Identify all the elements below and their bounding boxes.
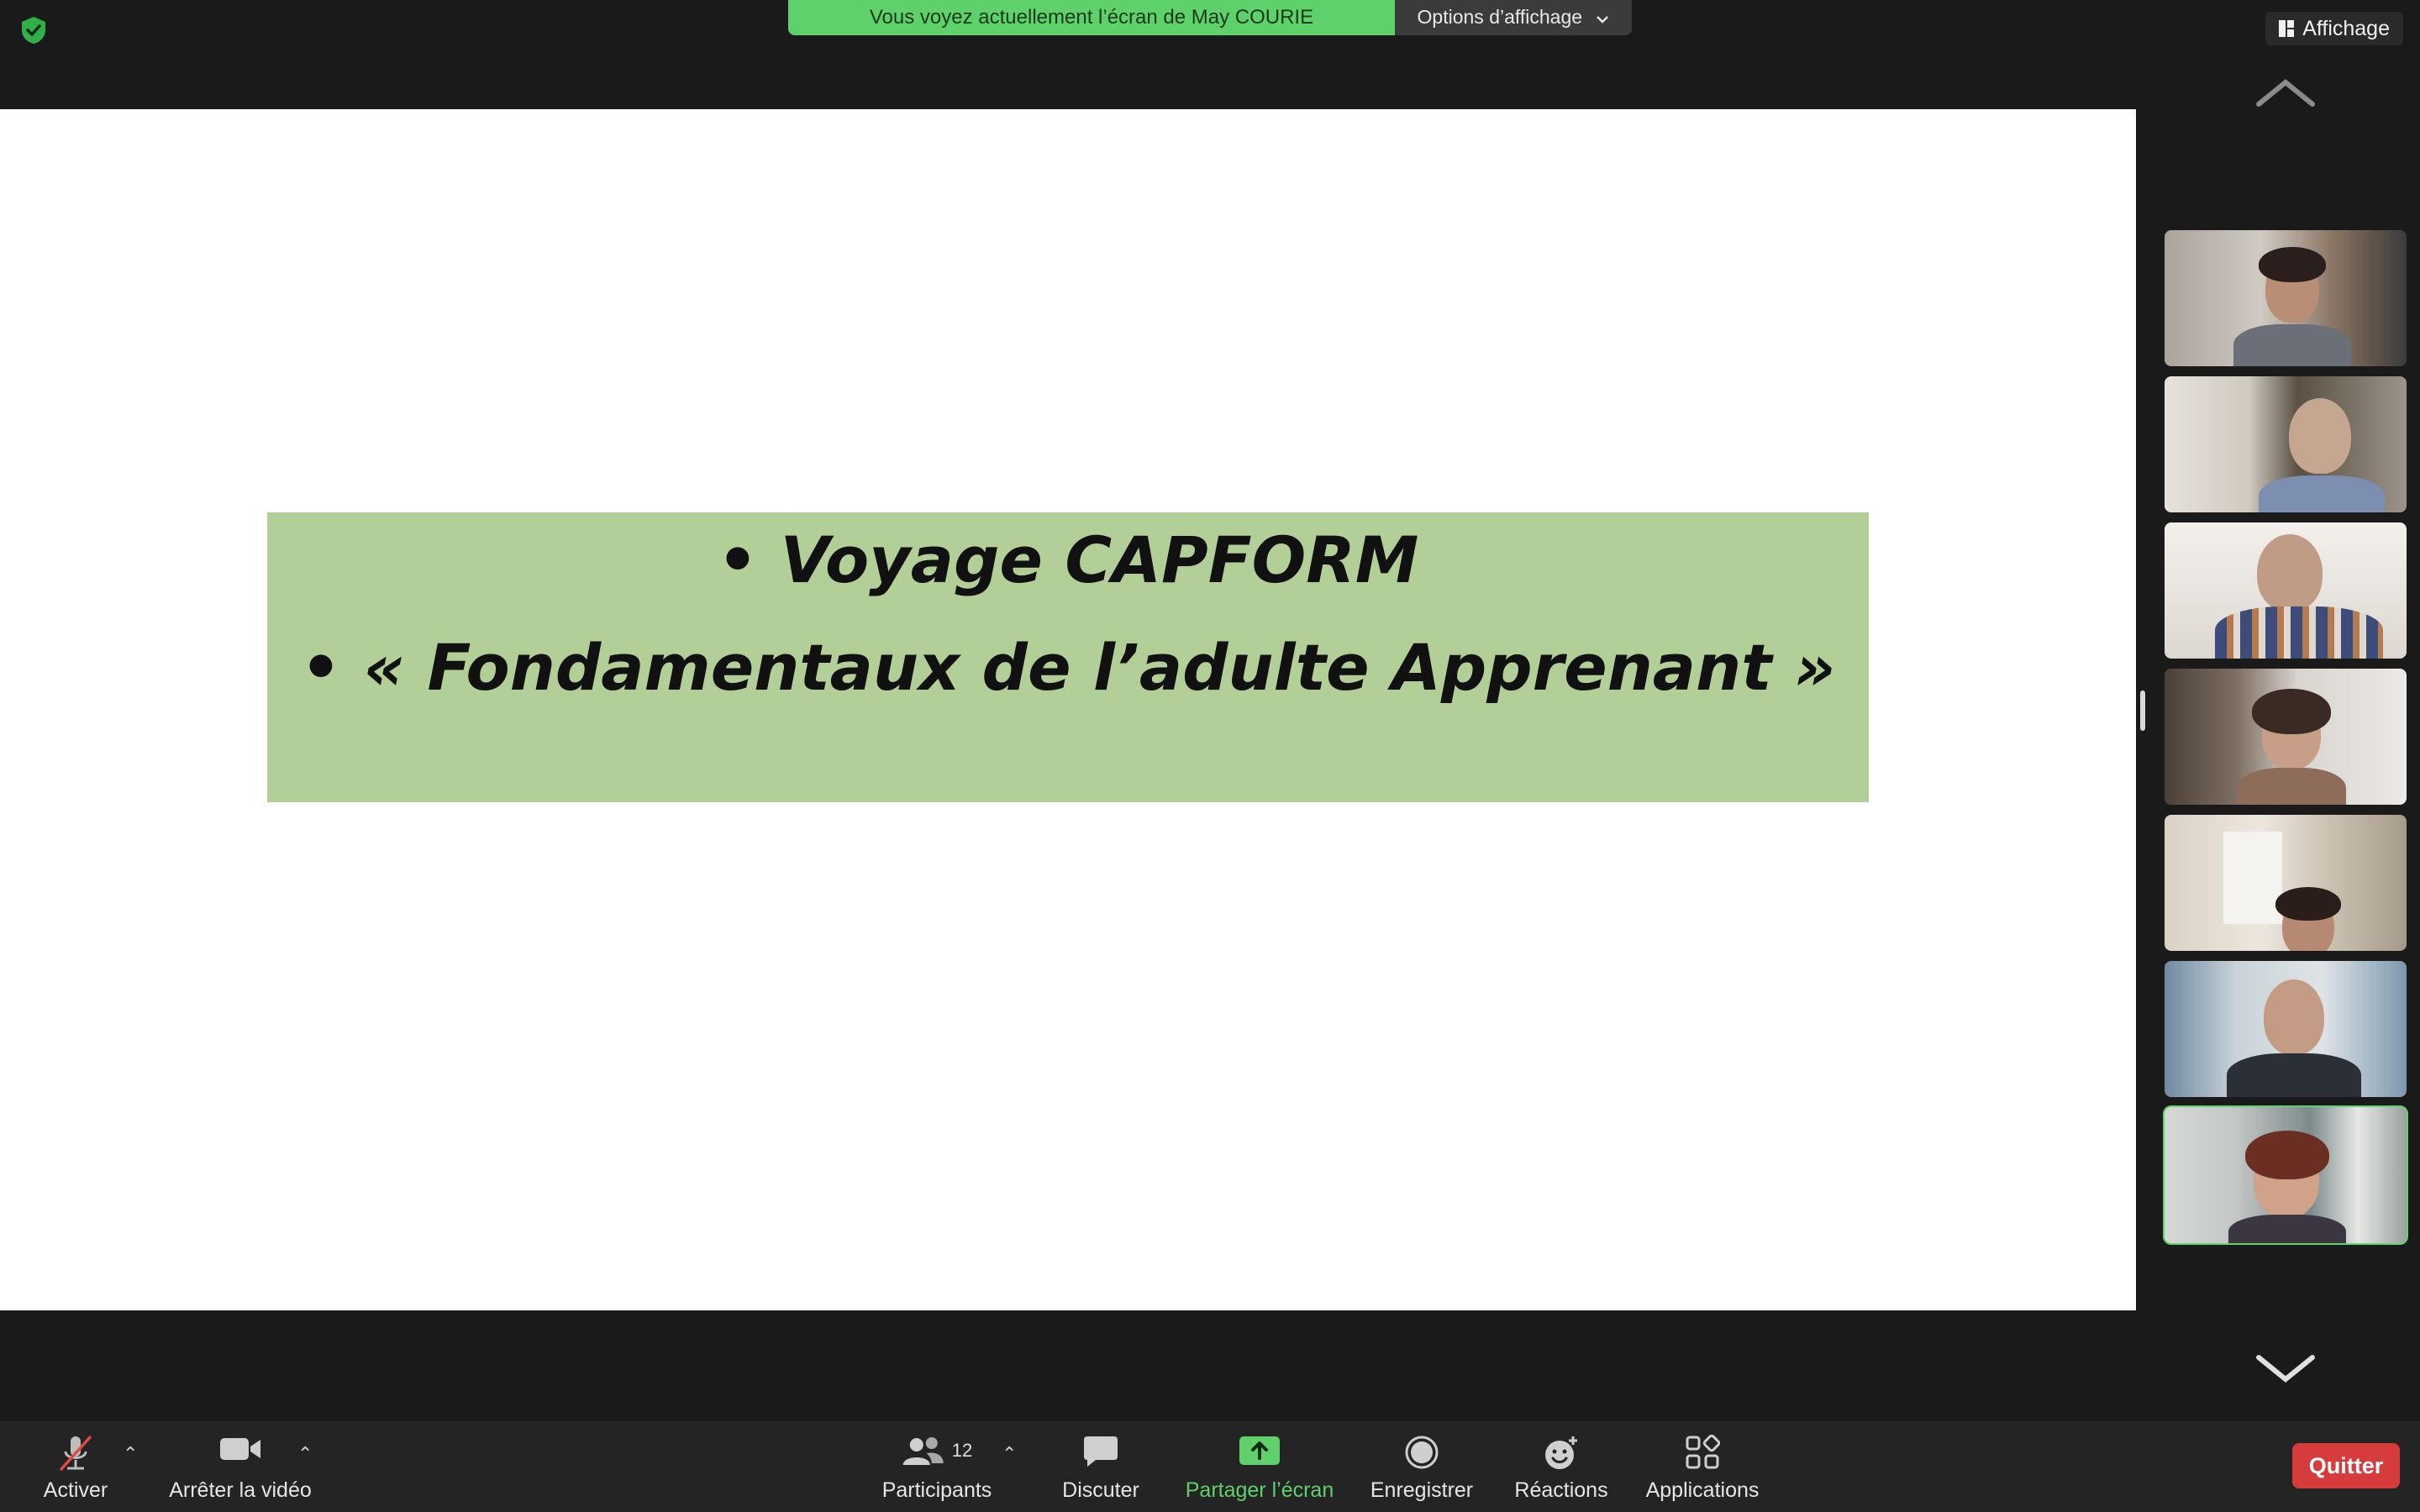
view-button[interactable]: Affichage [2265,12,2403,45]
screen-share-banner: Vous voyez actuellement l’écran de May C… [788,0,1395,35]
meeting-toolbar: Activer ⌃ Arrêter la vidéo ⌃ 12 Particip… [0,1421,2420,1512]
participants-count: 12 [951,1440,973,1461]
participants-options-caret[interactable]: ⌃ [1002,1443,1017,1465]
shared-screen: • Voyage CAPFORM • « Fondamentaux de l’a… [0,109,2136,1310]
participant-video-tile[interactable] [2165,522,2407,659]
participant-video-tile[interactable] [2165,376,2407,512]
participant-video-tile[interactable] [2165,669,2407,805]
share-screen-label: Partager l’écran [1185,1478,1334,1502]
participant-video-tile[interactable] [2165,230,2407,366]
reactions-button[interactable]: Réactions [1509,1421,1613,1512]
mic-muted-icon [59,1435,92,1472]
participant-video-tile-active[interactable] [2163,1105,2408,1245]
chat-bubble-icon [1084,1436,1118,1467]
chat-label: Discuter [1062,1478,1139,1502]
shield-check-icon[interactable] [18,15,49,45]
record-label: Enregistrer [1370,1478,1474,1502]
reactions-label: Réactions [1514,1478,1608,1502]
video-camera-icon [220,1438,260,1460]
chevron-down-icon [1597,16,1609,24]
chevron-down-icon[interactable] [2255,1352,2316,1386]
participants-icon-group: 12 [902,1435,972,1467]
stop-video-label: Arrêter la vidéo [169,1478,312,1502]
share-screen-button[interactable]: Partager l’écran [1176,1421,1343,1512]
top-bar: Vous voyez actuellement l’écran de May C… [0,0,2420,109]
participant-video-tile[interactable] [2165,961,2407,1097]
grid-icon [2279,20,2295,37]
screen-share-banner-text: Vous voyez actuellement l’écran de May C… [869,6,1314,29]
apps-icon [1686,1435,1720,1469]
participants-icon [902,1437,944,1465]
record-icon [1405,1436,1439,1469]
quit-button[interactable]: Quitter [2292,1443,2400,1488]
slide-title-box: • Voyage CAPFORM • « Fondamentaux de l’a… [267,512,1869,802]
slide-line-1: • Voyage CAPFORM [717,522,1419,597]
apps-label: Applications [1645,1478,1760,1502]
participant-video-tile[interactable] [2165,815,2407,951]
stop-video-button[interactable]: Arrêter la vidéo [158,1421,323,1512]
view-options-button[interactable]: Options d’affichage [1395,0,1632,35]
chat-button[interactable]: Discuter [1050,1421,1151,1512]
video-options-caret[interactable]: ⌃ [297,1443,313,1465]
participants-label: Participants [881,1478,992,1502]
audio-options-caret[interactable]: ⌃ [123,1443,138,1465]
mute-label: Activer [43,1478,108,1502]
slide-line-2: • « Fondamentaux de l’adulte Apprenant » [300,630,1836,705]
participants-button[interactable]: 12 Participants [874,1421,1000,1512]
share-screen-icon [1239,1436,1280,1465]
record-button[interactable]: Enregistrer [1363,1421,1481,1512]
panel-resize-handle[interactable] [2140,690,2145,731]
mute-button[interactable]: Activer [25,1421,126,1512]
view-options-label: Options d’affichage [1417,6,1583,28]
view-button-label: Affichage [2302,17,2390,40]
reactions-icon [1545,1436,1577,1469]
apps-button[interactable]: Applications [1637,1421,1768,1512]
chevron-up-icon[interactable] [2255,76,2316,109]
